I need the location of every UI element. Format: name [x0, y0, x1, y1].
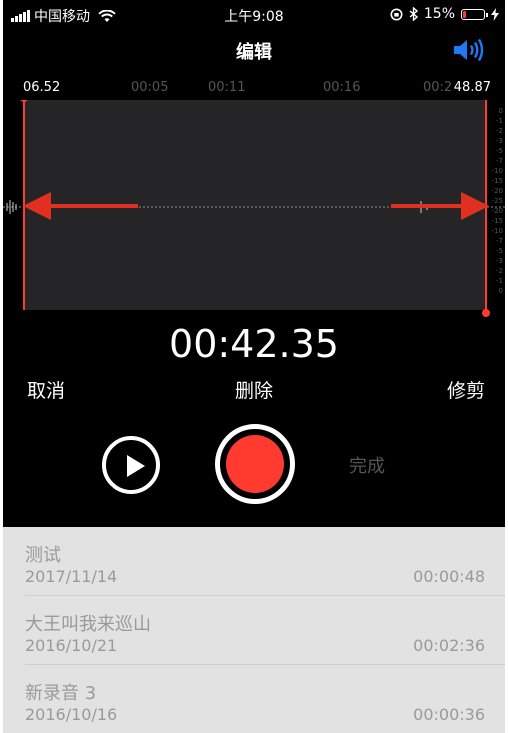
play-button[interactable]	[102, 436, 160, 494]
record-icon	[226, 435, 284, 493]
status-right: 15%	[390, 6, 499, 22]
recording-date: 2016/10/21	[25, 636, 118, 655]
timeline-tick: 00:16	[323, 80, 361, 95]
trim-button[interactable]: 修剪	[447, 376, 485, 403]
status-bar: 中国移动 上午9:08 15%	[3, 0, 505, 28]
voice-memo-edit-screen: 中国移动 上午9:08 15% 编辑 00:05 00:11 00:16 00:…	[3, 0, 505, 733]
timeline-tick: 00:05	[131, 80, 169, 95]
timeline-tick: 00:2	[423, 80, 453, 95]
recording-name: 测试	[25, 545, 61, 566]
recording-duration: 00:02:36	[413, 636, 485, 655]
recording-duration: 00:00:36	[413, 705, 485, 724]
battery-percent: 15%	[423, 6, 455, 22]
decibel-scale: 0 -1 -2 -3 -5 -7 -10 -15 -20 -25 -20 -15 -10 -7 -5 -…	[491, 107, 503, 295]
trim-end-knob[interactable]	[482, 309, 490, 317]
trim-start-time: 06.52	[23, 80, 61, 95]
drag-right-arrow-icon	[391, 192, 489, 220]
charging-bolt-icon	[491, 7, 499, 21]
recording-name: 大王叫我来巡山	[25, 614, 151, 635]
done-button[interactable]: 完成	[349, 452, 385, 478]
battery-icon	[461, 8, 488, 20]
speaker-volume-icon[interactable]	[451, 36, 487, 64]
recordings-list: 测试 2017/11/14 00:00:48 大王叫我来巡山 2016/10/2…	[3, 527, 505, 733]
trim-end-time: 48.87	[453, 80, 491, 95]
list-item[interactable]: 大王叫我来巡山 2016/10/21 00:02:36	[3, 596, 505, 665]
play-icon	[127, 455, 145, 477]
timeline-tick: 00:11	[208, 80, 246, 95]
nav-bar: 编辑	[3, 36, 505, 66]
elapsed-time: 00:42.35	[169, 322, 339, 366]
bluetooth-icon	[409, 7, 418, 21]
list-item[interactable]: 新录音 3 2016/10/16 00:00:36	[3, 665, 505, 733]
list-item[interactable]: 测试 2017/11/14 00:00:48	[3, 527, 505, 596]
drag-left-arrow-icon	[23, 192, 138, 220]
timeline-ruler: 00:05 00:11 00:16 00:2 06.52 48.87	[3, 76, 505, 98]
recording-date: 2016/10/16	[25, 705, 118, 724]
record-button[interactable]	[215, 424, 295, 504]
recording-date: 2017/11/14	[25, 567, 118, 586]
page-title: 编辑	[236, 42, 272, 63]
trim-start-knob[interactable]	[20, 100, 28, 102]
recording-name: 新录音 3	[25, 683, 97, 704]
orientation-lock-icon	[390, 8, 403, 20]
delete-button[interactable]: 删除	[3, 376, 505, 403]
waveform-overlay	[3, 100, 505, 317]
recording-duration: 00:00:48	[413, 567, 485, 586]
